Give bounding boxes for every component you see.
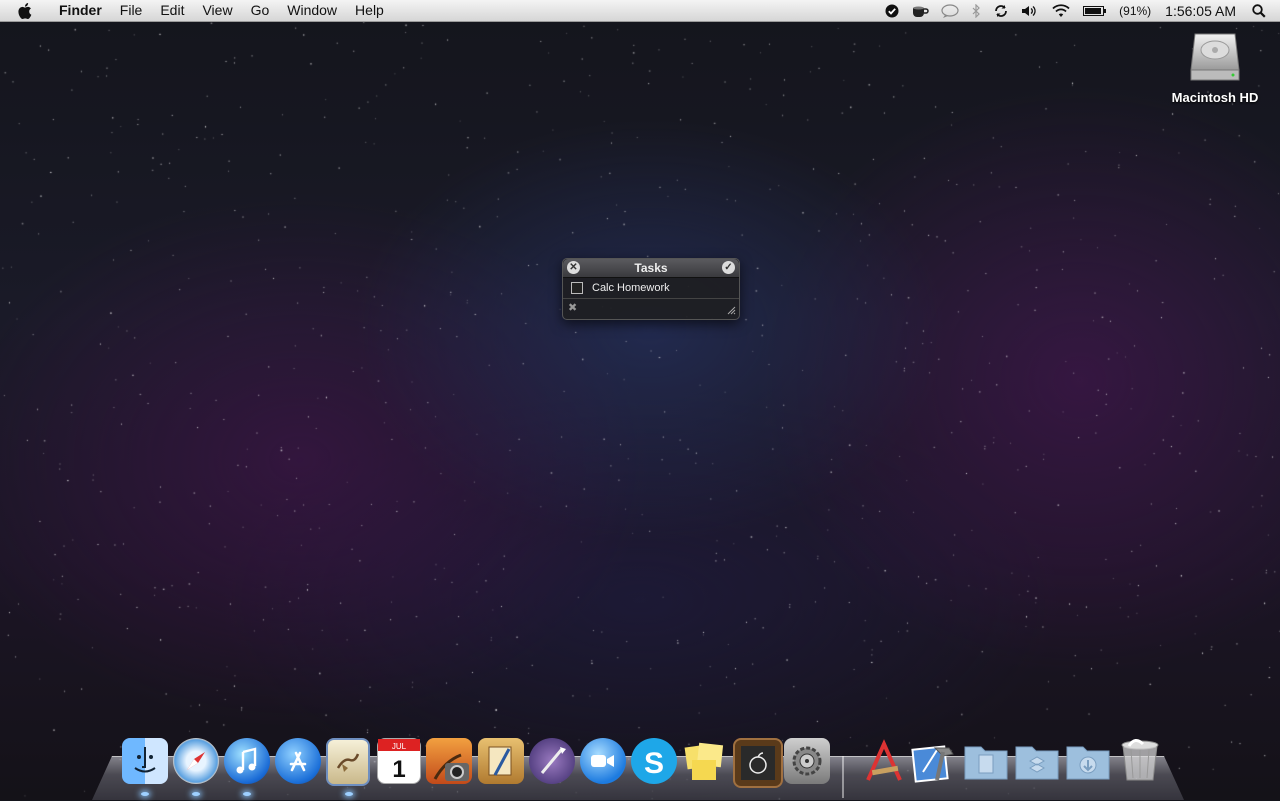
desktop-wallpaper xyxy=(0,0,1280,800)
tasks-footer: ✖ xyxy=(563,298,739,317)
hard-drive-icon xyxy=(1190,33,1240,81)
dock: JUL 1 S xyxy=(0,732,1280,800)
svg-text:1: 1 xyxy=(392,756,405,783)
macintosh-hd-desktop-icon[interactable]: Macintosh HD xyxy=(1160,28,1270,105)
resize-grip-icon[interactable] xyxy=(726,305,736,315)
dev-tools-icon[interactable] xyxy=(860,738,906,784)
apple-menu-icon[interactable] xyxy=(18,2,38,20)
battery-percent: (91%) xyxy=(1119,3,1152,18)
menu-bar: Finder File Edit View Go Window Help (91… xyxy=(0,0,1280,22)
svg-text:JUL: JUL xyxy=(392,742,407,751)
spotlight-search-icon[interactable] xyxy=(1252,3,1266,18)
menu-view[interactable]: View xyxy=(193,0,241,21)
battery-icon[interactable] xyxy=(1083,5,1107,17)
menu-help[interactable]: Help xyxy=(346,0,393,21)
quill-app-icon[interactable] xyxy=(529,738,575,784)
caffeine-cup-icon[interactable] xyxy=(911,4,929,18)
tools-icon[interactable]: ✖ xyxy=(568,301,577,314)
running-indicator xyxy=(141,792,149,796)
xcode-icon[interactable] xyxy=(911,738,957,784)
task-label: Calc Homework xyxy=(592,282,670,294)
macintosh-hd-label: Macintosh HD xyxy=(1171,90,1259,105)
menu-go[interactable]: Go xyxy=(242,0,279,21)
running-indicator xyxy=(192,792,200,796)
menu-edit[interactable]: Edit xyxy=(151,0,193,21)
preview-icon[interactable] xyxy=(478,738,524,784)
menu-finder[interactable]: Finder xyxy=(50,0,111,21)
tasks-title-bar[interactable]: ✕ Tasks ✓ xyxy=(563,259,739,278)
running-indicator xyxy=(243,792,251,796)
tasks-title: Tasks xyxy=(634,261,668,275)
app-store-icon[interactable] xyxy=(275,738,321,784)
tasks-panel: ✕ Tasks ✓ Calc Homework ✖ xyxy=(562,258,740,320)
running-indicator xyxy=(345,792,353,796)
menu-clock[interactable]: 1:56:05 AM xyxy=(1165,3,1236,19)
finder-icon[interactable] xyxy=(122,738,168,784)
chalkboard-app-icon[interactable] xyxy=(733,738,783,788)
wifi-icon[interactable] xyxy=(1051,3,1071,18)
close-icon[interactable]: ✕ xyxy=(567,261,580,274)
sync-icon[interactable] xyxy=(993,4,1009,18)
volume-icon[interactable] xyxy=(1021,4,1039,18)
dock-separator xyxy=(842,756,844,798)
menu-window[interactable]: Window xyxy=(278,0,346,21)
facetime-icon[interactable] xyxy=(580,738,626,784)
system-preferences-icon[interactable] xyxy=(784,738,830,784)
dropbox-folder-icon[interactable] xyxy=(1014,738,1060,784)
ical-icon[interactable]: JUL 1 xyxy=(377,738,421,784)
checkmark-done-icon[interactable]: ✓ xyxy=(722,261,735,274)
svg-text:S: S xyxy=(644,747,664,778)
skype-icon[interactable]: S xyxy=(631,738,677,784)
task-checkbox[interactable] xyxy=(571,282,583,294)
safari-icon[interactable] xyxy=(173,738,219,784)
trash-icon[interactable] xyxy=(1117,738,1163,784)
menu-file[interactable]: File xyxy=(111,0,152,21)
downloads-folder-icon[interactable] xyxy=(1065,738,1111,784)
checkmark-menu-icon[interactable] xyxy=(885,4,899,18)
itunes-icon[interactable] xyxy=(224,738,270,784)
bluetooth-icon[interactable] xyxy=(971,3,981,18)
iphoto-icon[interactable] xyxy=(426,738,472,784)
documents-folder-icon[interactable] xyxy=(963,738,1009,784)
speech-bubble-icon[interactable] xyxy=(941,3,959,18)
status-menu-area: (91%) 1:56:05 AM xyxy=(879,0,1280,21)
task-item[interactable]: Calc Homework xyxy=(563,278,739,298)
stickies-icon[interactable] xyxy=(682,738,728,784)
mail-icon[interactable] xyxy=(326,738,370,786)
